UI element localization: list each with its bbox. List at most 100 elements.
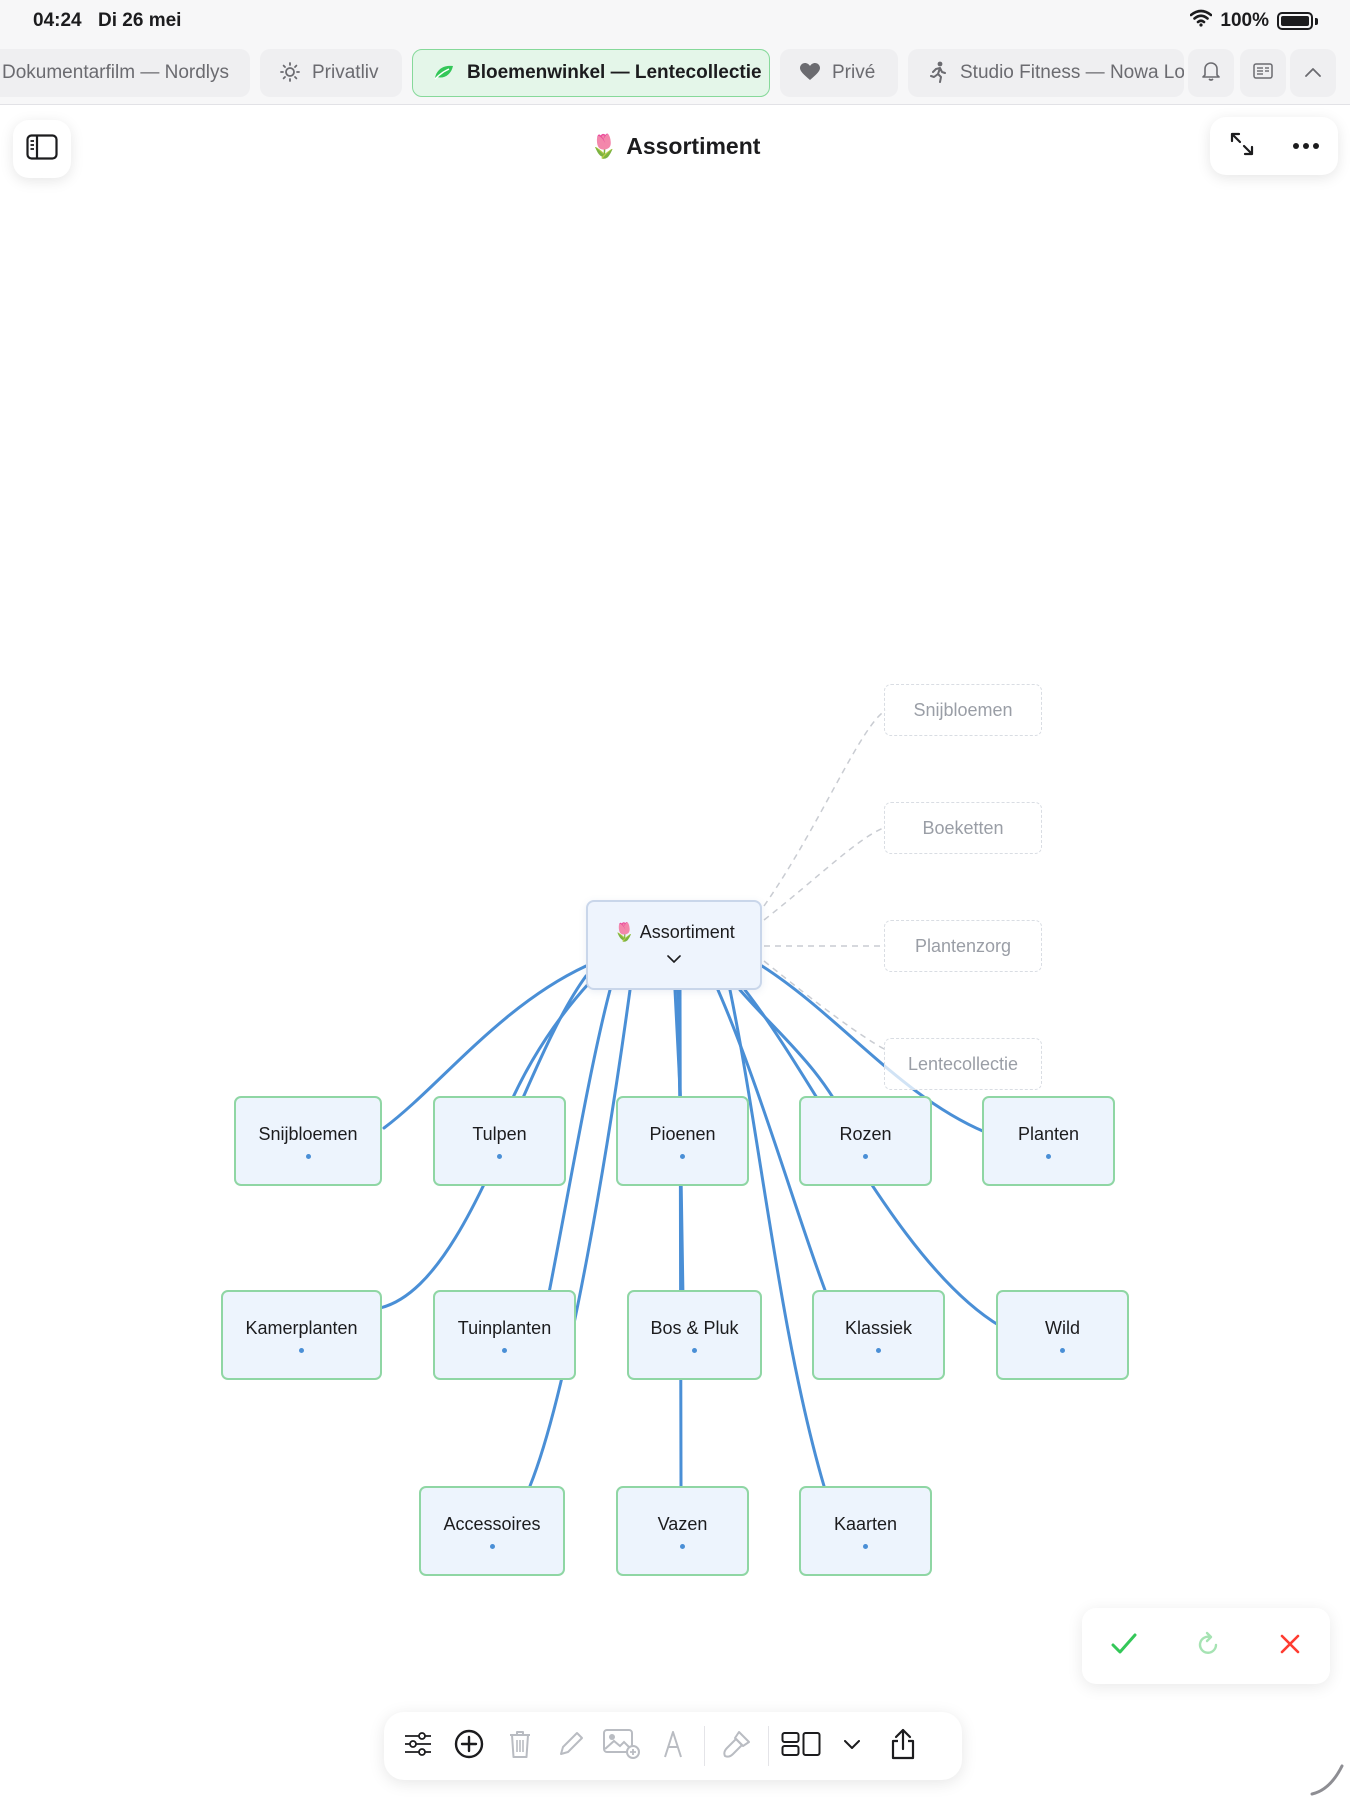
top-actions: [1210, 117, 1338, 175]
suggestion-node[interactable]: Boeketten: [884, 802, 1042, 854]
node-dot: [305, 1153, 311, 1159]
edit-button[interactable]: [545, 1721, 596, 1771]
suggestion-node[interactable]: Plantenzorg: [884, 920, 1042, 972]
accept-icon[interactable]: [1111, 1633, 1137, 1660]
text-style-button[interactable]: [647, 1721, 698, 1771]
font-icon: [663, 1730, 683, 1763]
child-node[interactable]: Snijbloemen: [234, 1096, 382, 1186]
trash-icon: [508, 1729, 532, 1764]
document-header: 🌷 Assortiment: [0, 105, 1350, 185]
add-image-button[interactable]: [596, 1721, 647, 1771]
chevron-up-icon: [1305, 64, 1321, 82]
share-button[interactable]: [877, 1721, 928, 1771]
tab-studio-fitness[interactable]: Studio Fitness — Nowa Lok: [908, 49, 1184, 97]
child-node[interactable]: Vazen: [616, 1486, 749, 1576]
tab-label: Dokumentarfilm — Nordlys: [2, 62, 229, 83]
battery-tip: [1315, 17, 1318, 25]
bell-icon: [1202, 61, 1220, 86]
brush-icon: [722, 1729, 752, 1764]
node-dot: [1060, 1347, 1065, 1353]
mindmap-canvas[interactable]: Snijbloemen Boeketten Plantenzorg Lentec…: [0, 186, 1350, 1706]
tab-label: Studio Fitness — Nowa Lok: [960, 62, 1184, 83]
chevron-down-icon[interactable]: [667, 947, 681, 968]
tab-bar: Dokumentarfilm — Nordlys Privatliv Bloem…: [0, 42, 1350, 105]
child-node[interactable]: Rozen: [799, 1096, 932, 1186]
notifications-button[interactable]: [1188, 49, 1234, 97]
share-icon: [890, 1728, 916, 1765]
delete-button[interactable]: [494, 1721, 545, 1771]
pencil-icon: [558, 1731, 584, 1762]
suggestion-connections: [763, 709, 887, 1051]
reader-icon: [1253, 62, 1273, 84]
suggestion-node[interactable]: Lentecollectie: [884, 1038, 1042, 1090]
child-node[interactable]: Pioenen: [616, 1096, 749, 1186]
toolbar-separator: [768, 1726, 769, 1766]
tab-label: Privé: [832, 62, 876, 83]
page-title-text: Assortiment: [626, 133, 761, 159]
tab-dokumentarfilm[interactable]: Dokumentarfilm — Nordlys: [0, 49, 250, 97]
wifi-icon: [1190, 9, 1213, 33]
pencil-scribble-icon: [1310, 1762, 1344, 1801]
tab-bloemenwinkel[interactable]: Bloemenwinkel — Lentecollectie: [412, 49, 770, 97]
status-date: Di 26 mei: [98, 10, 182, 31]
child-node[interactable]: Kamerplanten: [221, 1290, 382, 1380]
node-dot: [299, 1347, 304, 1353]
root-label: 🌷 Assortiment: [613, 922, 735, 942]
node-dot: [680, 1543, 685, 1549]
page-title: 🌷 Assortiment: [0, 133, 1350, 160]
expand-icon[interactable]: [1229, 131, 1255, 162]
layout-icon: [781, 1731, 821, 1762]
sliders-icon: [404, 1731, 432, 1761]
battery-icon: [1277, 12, 1313, 30]
suggestion-node[interactable]: Snijbloemen: [884, 684, 1042, 736]
node-dot: [863, 1543, 868, 1549]
status-time: 04:24: [33, 10, 82, 31]
add-node-button[interactable]: [443, 1721, 494, 1771]
reader-button[interactable]: [1240, 49, 1286, 97]
child-node[interactable]: Tulpen: [433, 1096, 566, 1186]
running-icon: [928, 61, 948, 86]
status-bar: 04:24 Di 26 mei 100%: [0, 0, 1350, 42]
child-node[interactable]: Tuinplanten: [433, 1290, 576, 1380]
tab-prive[interactable]: Privé: [780, 49, 898, 97]
adjustments-button[interactable]: [392, 1721, 443, 1771]
node-dot: [502, 1347, 507, 1353]
node-dot: [1046, 1153, 1051, 1159]
child-node[interactable]: Planten: [982, 1096, 1115, 1186]
tab-label: Bloemenwinkel — Lentecollectie: [467, 62, 762, 83]
child-node[interactable]: Klassiek: [812, 1290, 945, 1380]
regenerate-icon[interactable]: [1196, 1631, 1220, 1662]
chevron-down-icon: [843, 1737, 860, 1755]
node-dot: [863, 1153, 868, 1159]
node-dot: [489, 1543, 495, 1549]
toolbar-separator: [704, 1726, 705, 1766]
tulip-icon: 🌷: [589, 133, 619, 159]
tab-label: Privatliv: [312, 62, 379, 83]
node-dot: [497, 1153, 502, 1159]
status-indicators: 100%: [1190, 9, 1318, 33]
image-add-icon: [602, 1728, 641, 1764]
child-node[interactable]: Wild: [996, 1290, 1129, 1380]
node-dot: [876, 1347, 881, 1353]
reject-icon[interactable]: [1279, 1633, 1301, 1660]
layout-button[interactable]: [775, 1721, 826, 1771]
style-brush-button[interactable]: [711, 1721, 762, 1771]
plus-circle-icon: [454, 1729, 484, 1764]
root-node[interactable]: 🌷 Assortiment: [586, 900, 762, 990]
sun-icon: [280, 61, 300, 85]
child-node[interactable]: Kaarten: [799, 1486, 932, 1576]
more-options-icon[interactable]: [1292, 137, 1320, 155]
bottom-toolbar: [384, 1712, 962, 1780]
tulip-icon: 🌷: [613, 922, 636, 942]
heart-icon: [800, 62, 820, 84]
layout-dropdown-button[interactable]: [826, 1721, 877, 1771]
node-dot: [692, 1347, 697, 1353]
child-node[interactable]: Accessoires: [419, 1486, 565, 1576]
leaf-icon: [433, 63, 455, 84]
collapse-tabs-button[interactable]: [1290, 49, 1336, 97]
child-node[interactable]: Bos & Pluk: [627, 1290, 762, 1380]
tab-privatliv[interactable]: Privatliv: [260, 49, 402, 97]
node-dot: [680, 1153, 685, 1159]
suggestion-actions: [1082, 1608, 1330, 1684]
battery-percentage: 100%: [1220, 10, 1269, 31]
